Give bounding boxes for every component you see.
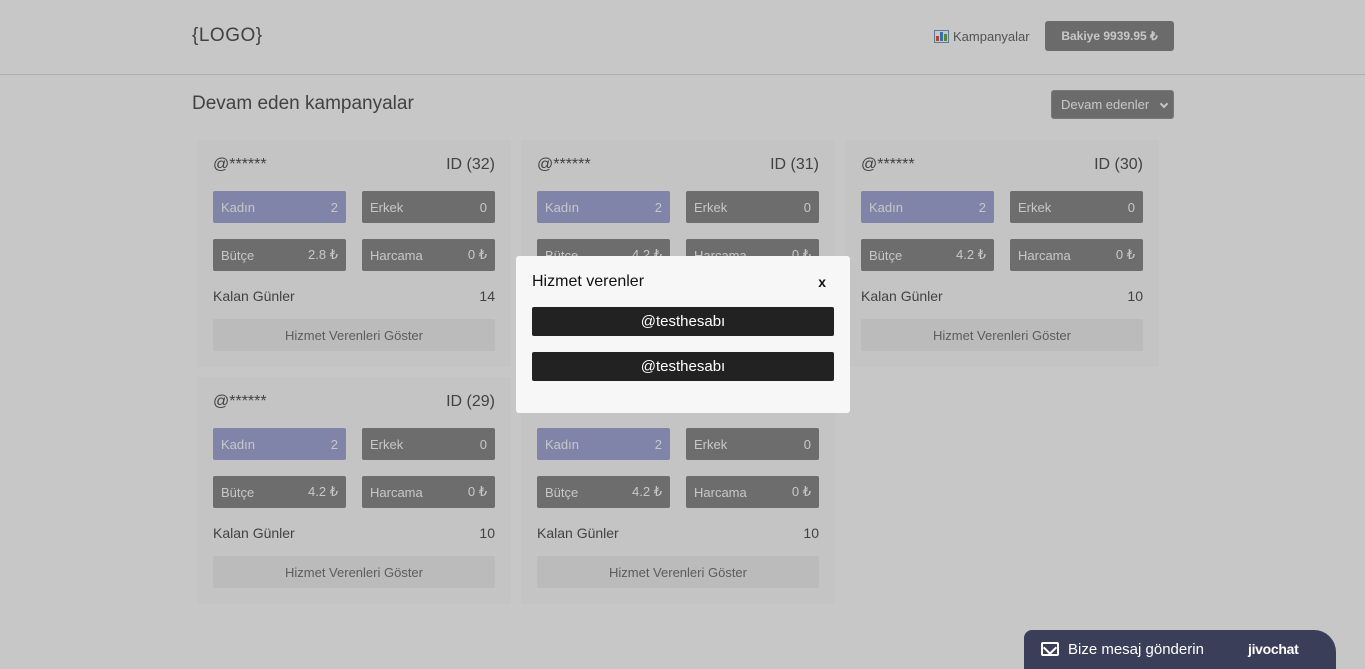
provider-item[interactable]: @testhesabı bbox=[532, 307, 834, 336]
modal-title: Hizmet verenler bbox=[532, 273, 645, 290]
chat-widget[interactable]: Bize mesaj gönderin jivochat bbox=[1024, 630, 1336, 669]
modal-close-button[interactable]: x bbox=[818, 274, 826, 290]
provider-item[interactable]: @testhesabı bbox=[532, 352, 834, 381]
providers-modal: Hizmet verenler x @testhesabı @testhesab… bbox=[516, 256, 850, 413]
chat-brand-logo: jivochat bbox=[1248, 641, 1299, 657]
chat-label: Bize mesaj gönderin bbox=[1068, 641, 1204, 658]
envelope-icon bbox=[1041, 642, 1059, 656]
